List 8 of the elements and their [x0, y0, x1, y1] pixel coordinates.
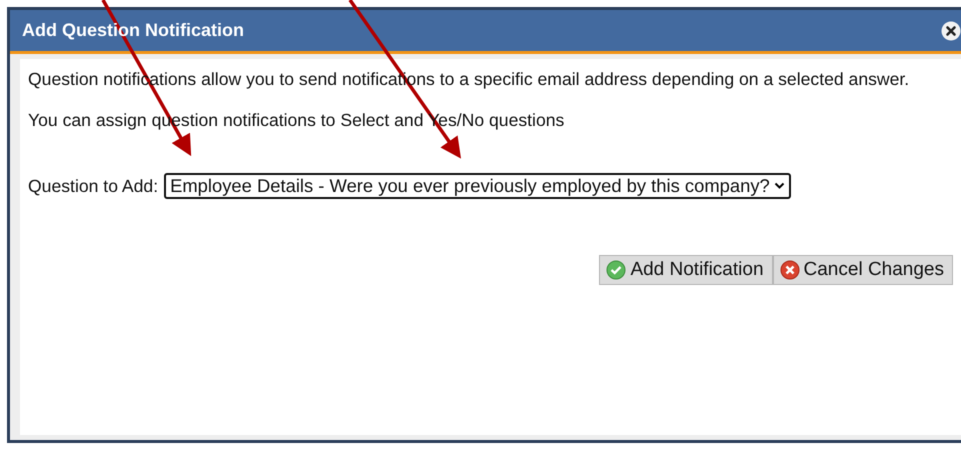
close-icon[interactable]	[941, 20, 961, 40]
cancel-button[interactable]: Cancel Changes	[772, 255, 953, 285]
question-label: Question to Add:	[28, 176, 158, 196]
chevron-icon	[774, 182, 785, 190]
cancel-icon	[780, 260, 800, 280]
check-icon	[606, 260, 626, 280]
add-button[interactable]: Add Notification	[599, 255, 773, 285]
question-select[interactable]: Employee Details - Were you ever previously employed by this company?	[164, 173, 791, 199]
